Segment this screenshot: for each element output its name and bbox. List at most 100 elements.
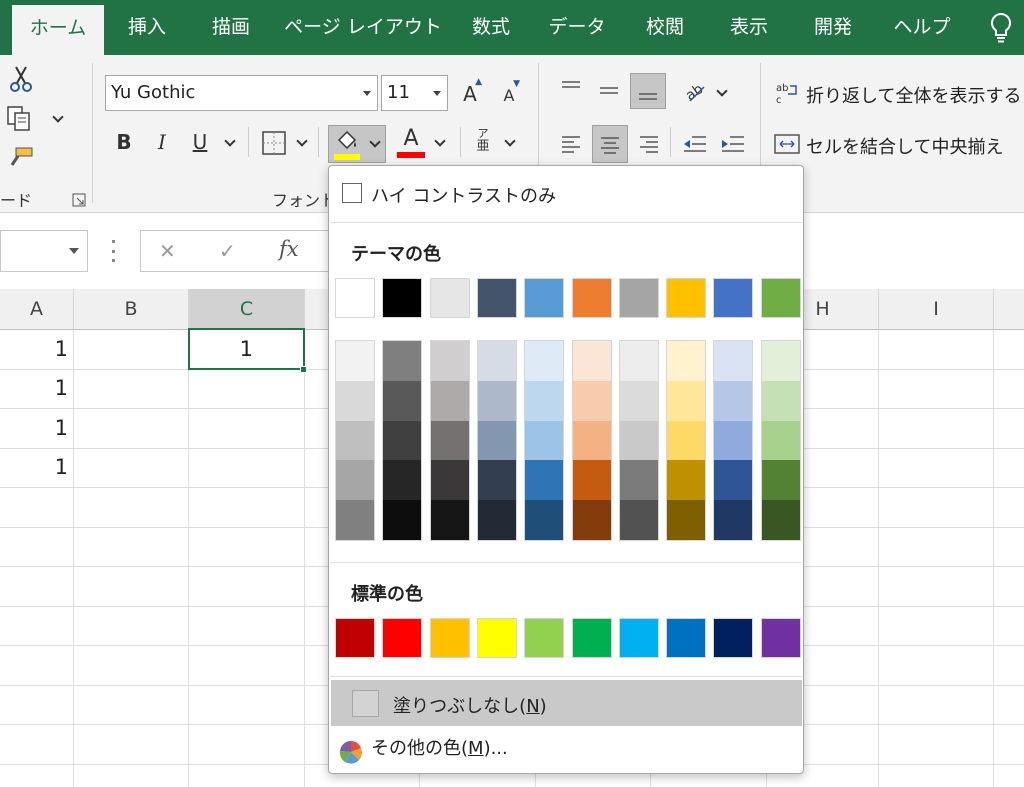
standard-color-swatch[interactable]: [713, 618, 754, 658]
theme-shade-swatch[interactable]: [336, 500, 374, 540]
standard-color-swatch[interactable]: [618, 618, 659, 658]
theme-shade-swatch[interactable]: [477, 341, 516, 381]
theme-shade-swatch[interactable]: [572, 380, 611, 421]
column-header-i[interactable]: I: [879, 289, 994, 330]
theme-shade-swatch[interactable]: [383, 380, 422, 421]
align-left-icon[interactable]: [560, 133, 582, 155]
font-name-combo[interactable]: Yu Gothic: [105, 75, 378, 111]
theme-shade-swatch[interactable]: [572, 500, 611, 540]
theme-shade-swatch[interactable]: [430, 500, 469, 540]
theme-shade-swatch[interactable]: [619, 341, 658, 381]
theme-shade-swatch[interactable]: [572, 420, 611, 461]
high-contrast-label[interactable]: ハイ コントラストのみ: [371, 182, 556, 208]
orientation-icon[interactable]: ab: [682, 79, 710, 105]
theme-shade-swatch[interactable]: [714, 500, 753, 540]
theme-shade-swatch[interactable]: [525, 460, 564, 501]
theme-color-swatch[interactable]: [524, 278, 565, 318]
theme-shade-swatch[interactable]: [667, 341, 706, 381]
theme-shade-swatch[interactable]: [477, 460, 516, 501]
theme-shade-swatch[interactable]: [477, 500, 516, 540]
theme-shade-swatch[interactable]: [619, 420, 658, 461]
theme-shade-swatch[interactable]: [761, 380, 800, 421]
lightbulb-icon[interactable]: [988, 12, 1014, 44]
resize-handle[interactable]: [112, 240, 116, 262]
standard-color-swatch[interactable]: [429, 618, 470, 658]
cancel-icon[interactable]: ✕: [159, 239, 176, 263]
no-fill-menu-item[interactable]: 塗りつぶしなし(N): [331, 680, 802, 726]
theme-shade-swatch[interactable]: [383, 460, 422, 501]
align-center-button[interactable]: [592, 125, 628, 163]
align-top-icon[interactable]: [560, 79, 582, 99]
theme-shade-swatch[interactable]: [430, 380, 469, 421]
italic-button[interactable]: I: [148, 127, 176, 157]
theme-shade-swatch[interactable]: [761, 420, 800, 461]
orientation-dropdown-icon[interactable]: [716, 85, 728, 97]
theme-shade-swatch[interactable]: [714, 420, 753, 461]
theme-shade-swatch[interactable]: [477, 380, 516, 421]
theme-shade-swatch[interactable]: [667, 420, 706, 461]
standard-color-swatch[interactable]: [476, 618, 517, 658]
tab-home[interactable]: ホーム: [12, 5, 104, 55]
theme-shade-swatch[interactable]: [525, 380, 564, 421]
theme-shade-swatch[interactable]: [619, 380, 658, 421]
theme-shade-swatch[interactable]: [383, 420, 422, 461]
merge-center-button[interactable]: セルを結合して中央揃え: [806, 133, 1003, 159]
theme-color-swatch[interactable]: [429, 278, 470, 318]
format-painter-icon[interactable]: [8, 145, 34, 169]
theme-shade-swatch[interactable]: [477, 420, 516, 461]
theme-shade-swatch[interactable]: [430, 460, 469, 501]
standard-color-swatch[interactable]: [335, 618, 375, 658]
theme-shade-swatch[interactable]: [761, 460, 800, 501]
font-color-dropdown-icon[interactable]: [434, 135, 446, 147]
grow-font-button[interactable]: A ▲: [458, 77, 482, 107]
cell-a2[interactable]: 1: [0, 376, 68, 400]
phonetic-dropdown-icon[interactable]: [504, 135, 516, 147]
column-header-c[interactable]: C: [189, 289, 305, 330]
theme-shade-swatch[interactable]: [430, 420, 469, 461]
theme-color-swatch[interactable]: [760, 278, 801, 318]
align-right-icon[interactable]: [638, 133, 660, 155]
tab-help[interactable]: ヘルプ: [882, 0, 962, 55]
column-header-b[interactable]: B: [74, 289, 189, 330]
tab-page-layout[interactable]: ページ レイアウト: [283, 0, 443, 55]
tab-formulas[interactable]: 数式: [458, 0, 524, 55]
align-bottom-button[interactable]: [630, 73, 666, 109]
theme-color-swatch[interactable]: [335, 278, 375, 318]
theme-shade-swatch[interactable]: [430, 341, 469, 381]
theme-shade-swatch[interactable]: [525, 341, 564, 381]
align-middle-icon[interactable]: [598, 81, 620, 101]
standard-color-swatch[interactable]: [760, 618, 801, 658]
font-size-combo[interactable]: 11: [381, 75, 448, 111]
theme-shade-swatch[interactable]: [525, 420, 564, 461]
tab-view[interactable]: 表示: [714, 0, 784, 55]
increase-indent-icon[interactable]: [720, 133, 746, 155]
tab-review[interactable]: 校閲: [630, 0, 700, 55]
theme-color-swatch[interactable]: [618, 278, 659, 318]
standard-color-swatch[interactable]: [666, 618, 707, 658]
column-header-j[interactable]: [994, 289, 1024, 330]
theme-shade-swatch[interactable]: [383, 341, 422, 381]
fill-handle[interactable]: [300, 366, 307, 373]
borders-dropdown-icon[interactable]: [296, 135, 308, 147]
phonetic-guide-button[interactable]: ア 亜: [474, 127, 492, 157]
theme-shade-swatch[interactable]: [761, 500, 800, 540]
cell-a3[interactable]: 1: [0, 416, 68, 440]
theme-shade-swatch[interactable]: [525, 500, 564, 540]
theme-shade-swatch[interactable]: [761, 341, 800, 381]
cell-a4[interactable]: 1: [0, 455, 68, 479]
font-color-button[interactable]: A: [398, 125, 424, 151]
theme-shade-swatch[interactable]: [667, 500, 706, 540]
more-colors-menu-item[interactable]: その他の色(M)...: [331, 728, 802, 770]
enter-icon[interactable]: ✓: [219, 239, 236, 263]
theme-color-swatch[interactable]: [571, 278, 612, 318]
theme-color-swatch[interactable]: [666, 278, 707, 318]
theme-shade-swatch[interactable]: [572, 460, 611, 501]
wrap-text-button[interactable]: 折り返して全体を表示する: [806, 82, 1021, 108]
theme-shade-swatch[interactable]: [714, 460, 753, 501]
column-header-a[interactable]: A: [0, 289, 74, 330]
theme-shade-swatch[interactable]: [714, 380, 753, 421]
standard-color-swatch[interactable]: [382, 618, 423, 658]
theme-shade-swatch[interactable]: [336, 341, 374, 381]
cut-icon[interactable]: [8, 65, 34, 95]
theme-shade-swatch[interactable]: [619, 460, 658, 501]
